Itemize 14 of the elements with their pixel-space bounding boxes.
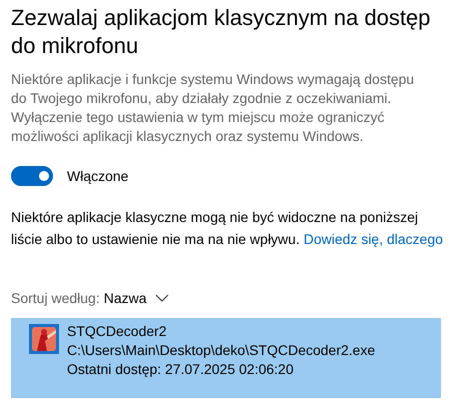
last-access-text: Ostatni dostęp: 27.07.2025 02:06:20 <box>67 360 295 379</box>
note-text: Niektóre aplikacje klasyczne mogą nie być widoczne na poniższej liście albo to ustawienie nie ma na nie wpływu. Dowiedz się, dlaczego <box>11 208 444 249</box>
app-name: STQCDecoder2 <box>67 322 168 341</box>
sort-dropdown[interactable]: Nazwa <box>104 290 169 306</box>
app-icon <box>29 324 59 354</box>
chevron-down-icon <box>154 294 169 302</box>
page-title: Zezwalaj aplikacjom klasycznym na dostęp do mikrofonu <box>11 4 432 60</box>
app-list-item[interactable]: STQCDecoder2 C:\Users\Main\Desktop\deko\STQCDecoder2.exe Ostatni dostęp: 27.07.2025 02:06:20 <box>11 318 441 398</box>
app-path: C:\Users\Main\Desktop\deko\STQCDecoder2.exe <box>67 341 376 360</box>
toggle-switch[interactable] <box>11 166 53 186</box>
sort-label: Sortuj według: <box>11 290 100 306</box>
description: Niektóre aplikacje i funkcje systemu Windows wymagają dostępu do Twojego mikrofonu, aby działały zgodnie z oczekiwaniami. Wyłączenie tego ustawienia w tym miejscu może ograniczyć możliwości aplikacji klasycznych oraz systemu Windows. <box>11 70 416 146</box>
toggle-label: Włączone <box>67 168 128 184</box>
learn-why-link[interactable]: Dowiedz się, dlaczego <box>304 231 443 247</box>
